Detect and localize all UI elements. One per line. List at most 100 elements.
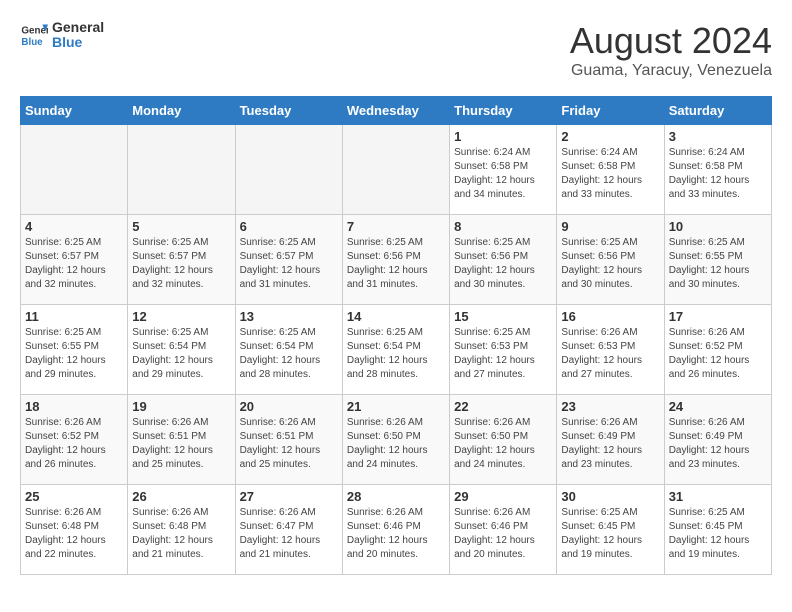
day-info: Sunrise: 6:25 AMSunset: 6:45 PMDaylight:…	[669, 506, 767, 562]
day-info: Sunrise: 6:26 AMSunset: 6:50 PMDaylight:…	[347, 416, 445, 472]
calendar-day-cell	[342, 125, 449, 215]
day-number: 20	[240, 399, 338, 414]
calendar-day-cell: 9Sunrise: 6:25 AMSunset: 6:56 PMDaylight…	[557, 215, 664, 305]
calendar-day-cell: 3 Sunrise: 6:24 AMSunset: 6:58 PMDaylight…	[664, 125, 771, 215]
day-number: 25	[25, 489, 123, 504]
day-info: Sunrise: 6:26 AMSunset: 6:50 PMDaylight:…	[454, 416, 552, 472]
calendar-day-cell	[235, 125, 342, 215]
weekday-header: Saturday	[664, 97, 771, 125]
calendar-day-cell: 16 Sunrise: 6:26 AMSunset: 6:53 PMDayligh…	[557, 305, 664, 395]
day-info: Sunrise: 6:24 AMSunset: 6:58 PMDaylight:…	[669, 146, 767, 202]
day-number: 22	[454, 399, 552, 414]
calendar-day-cell: 2Sunrise: 6:24 AMSunset: 6:58 PMDaylight…	[557, 125, 664, 215]
day-info: Sunrise: 6:26 AMSunset: 6:49 PMDaylight:…	[561, 416, 659, 472]
day-number: 1	[454, 129, 552, 144]
location-subtitle: Guama, Yaracuy, Venezuela	[570, 62, 772, 80]
day-number: 10	[669, 219, 767, 234]
calendar-day-cell: 11 Sunrise: 6:25 AMSunset: 6:55 PMDayligh…	[21, 305, 128, 395]
day-info: Sunrise: 6:25 AMSunset: 6:54 PMDaylight:…	[347, 326, 445, 382]
calendar-day-cell: 13 Sunrise: 6:25 AMSunset: 6:54 PMDayligh…	[235, 305, 342, 395]
day-info: Sunrise: 6:25 AMSunset: 6:53 PMDaylight:…	[454, 326, 552, 382]
day-info: Sunrise: 6:24 AMSunset: 6:58 PMDaylight:…	[561, 146, 659, 202]
day-info: Sunrise: 6:25 AMSunset: 6:45 PMDaylight:…	[561, 506, 659, 562]
day-number: 16	[561, 309, 659, 324]
calendar-day-cell: 18 Sunrise: 6:26 AMSunset: 6:52 PMDayligh…	[21, 395, 128, 485]
calendar-day-cell	[21, 125, 128, 215]
day-info: Sunrise: 6:26 AMSunset: 6:51 PMDaylight:…	[132, 416, 230, 472]
calendar-day-cell: 30 Sunrise: 6:25 AMSunset: 6:45 PMDayligh…	[557, 485, 664, 575]
day-number: 8	[454, 219, 552, 234]
logo: General Blue General Blue	[20, 20, 104, 51]
calendar-day-cell: 31 Sunrise: 6:25 AMSunset: 6:45 PMDayligh…	[664, 485, 771, 575]
day-info: Sunrise: 6:25 AMSunset: 6:57 PMDaylight:…	[25, 236, 123, 292]
day-info: Sunrise: 6:26 AMSunset: 6:46 PMDaylight:…	[454, 506, 552, 562]
calendar-day-cell: 15 Sunrise: 6:25 AMSunset: 6:53 PMDayligh…	[450, 305, 557, 395]
calendar-week-row: 18 Sunrise: 6:26 AMSunset: 6:52 PMDayligh…	[21, 395, 772, 485]
day-info: Sunrise: 6:26 AMSunset: 6:48 PMDaylight:…	[132, 506, 230, 562]
title-section: August 2024 Guama, Yaracuy, Venezuela	[570, 20, 772, 80]
page-header: General Blue General Blue August 2024 Gu…	[20, 20, 772, 80]
day-number: 29	[454, 489, 552, 504]
day-number: 30	[561, 489, 659, 504]
logo-general: General	[52, 20, 104, 35]
calendar-day-cell: 8 Sunrise: 6:25 AMSunset: 6:56 PMDaylight…	[450, 215, 557, 305]
day-number: 9	[561, 219, 659, 234]
day-info: Sunrise: 6:26 AMSunset: 6:51 PMDaylight:…	[240, 416, 338, 472]
day-number: 19	[132, 399, 230, 414]
day-info: Sunrise: 6:25 AMSunset: 6:54 PMDaylight:…	[240, 326, 338, 382]
day-info: Sunrise: 6:25 AMSunset: 6:56 PMDaylight:…	[454, 236, 552, 292]
day-info: Sunrise: 6:25 AMSunset: 6:57 PMDaylight:…	[132, 236, 230, 292]
day-number: 27	[240, 489, 338, 504]
day-number: 6	[240, 219, 338, 234]
day-info: Sunrise: 6:26 AMSunset: 6:53 PMDaylight:…	[561, 326, 659, 382]
day-info: Sunrise: 6:26 AMSunset: 6:49 PMDaylight:…	[669, 416, 767, 472]
day-number: 18	[25, 399, 123, 414]
day-number: 13	[240, 309, 338, 324]
day-number: 11	[25, 309, 123, 324]
day-number: 31	[669, 489, 767, 504]
weekday-header: Wednesday	[342, 97, 449, 125]
calendar-week-row: 25 Sunrise: 6:26 AMSunset: 6:48 PMDayligh…	[21, 485, 772, 575]
day-info: Sunrise: 6:25 AMSunset: 6:57 PMDaylight:…	[240, 236, 338, 292]
day-number: 12	[132, 309, 230, 324]
month-year-title: August 2024	[570, 20, 772, 62]
calendar-day-cell: 19 Sunrise: 6:26 AMSunset: 6:51 PMDayligh…	[128, 395, 235, 485]
calendar-day-cell: 25Sunrise: 6:26 AMSunset: 6:48 PMDayligh…	[21, 485, 128, 575]
day-info: Sunrise: 6:25 AMSunset: 6:55 PMDaylight:…	[669, 236, 767, 292]
day-info: Sunrise: 6:26 AMSunset: 6:52 PMDaylight:…	[669, 326, 767, 382]
day-info: Sunrise: 6:26 AMSunset: 6:52 PMDaylight:…	[25, 416, 123, 472]
weekday-header: Friday	[557, 97, 664, 125]
calendar-day-cell: 12 Sunrise: 6:25 AMSunset: 6:54 PMDayligh…	[128, 305, 235, 395]
calendar-day-cell: 27Sunrise: 6:26 AMSunset: 6:47 PMDayligh…	[235, 485, 342, 575]
calendar-day-cell: 7Sunrise: 6:25 AMSunset: 6:56 PMDaylight…	[342, 215, 449, 305]
day-number: 24	[669, 399, 767, 414]
calendar-day-cell: 26 Sunrise: 6:26 AMSunset: 6:48 PMDayligh…	[128, 485, 235, 575]
day-number: 3	[669, 129, 767, 144]
weekday-header: Thursday	[450, 97, 557, 125]
day-number: 4	[25, 219, 123, 234]
calendar-day-cell: 20 Sunrise: 6:26 AMSunset: 6:51 PMDayligh…	[235, 395, 342, 485]
weekday-header: Monday	[128, 97, 235, 125]
calendar-day-cell: 23 Sunrise: 6:26 AMSunset: 6:49 PMDayligh…	[557, 395, 664, 485]
day-info: Sunrise: 6:25 AMSunset: 6:54 PMDaylight:…	[132, 326, 230, 382]
calendar-day-cell: 17 Sunrise: 6:26 AMSunset: 6:52 PMDayligh…	[664, 305, 771, 395]
calendar-day-cell: 29 Sunrise: 6:26 AMSunset: 6:46 PMDayligh…	[450, 485, 557, 575]
day-info: Sunrise: 6:26 AMSunset: 6:46 PMDaylight:…	[347, 506, 445, 562]
logo-icon: General Blue	[20, 21, 48, 49]
calendar-day-cell: 22 Sunrise: 6:26 AMSunset: 6:50 PMDayligh…	[450, 395, 557, 485]
calendar-day-cell: 14Sunrise: 6:25 AMSunset: 6:54 PMDayligh…	[342, 305, 449, 395]
day-number: 26	[132, 489, 230, 504]
calendar-week-row: 4 Sunrise: 6:25 AMSunset: 6:57 PMDaylight…	[21, 215, 772, 305]
svg-text:Blue: Blue	[21, 37, 43, 48]
day-number: 15	[454, 309, 552, 324]
weekday-header: Tuesday	[235, 97, 342, 125]
weekday-header: Sunday	[21, 97, 128, 125]
calendar-day-cell: 24 Sunrise: 6:26 AMSunset: 6:49 PMDayligh…	[664, 395, 771, 485]
calendar-day-cell: 1Sunrise: 6:24 AMSunset: 6:58 PMDaylight…	[450, 125, 557, 215]
day-number: 17	[669, 309, 767, 324]
weekday-header-row: SundayMondayTuesdayWednesdayThursdayFrid…	[21, 97, 772, 125]
day-number: 21	[347, 399, 445, 414]
calendar-day-cell: 6 Sunrise: 6:25 AMSunset: 6:57 PMDaylight…	[235, 215, 342, 305]
day-info: Sunrise: 6:25 AMSunset: 6:55 PMDaylight:…	[25, 326, 123, 382]
day-number: 23	[561, 399, 659, 414]
